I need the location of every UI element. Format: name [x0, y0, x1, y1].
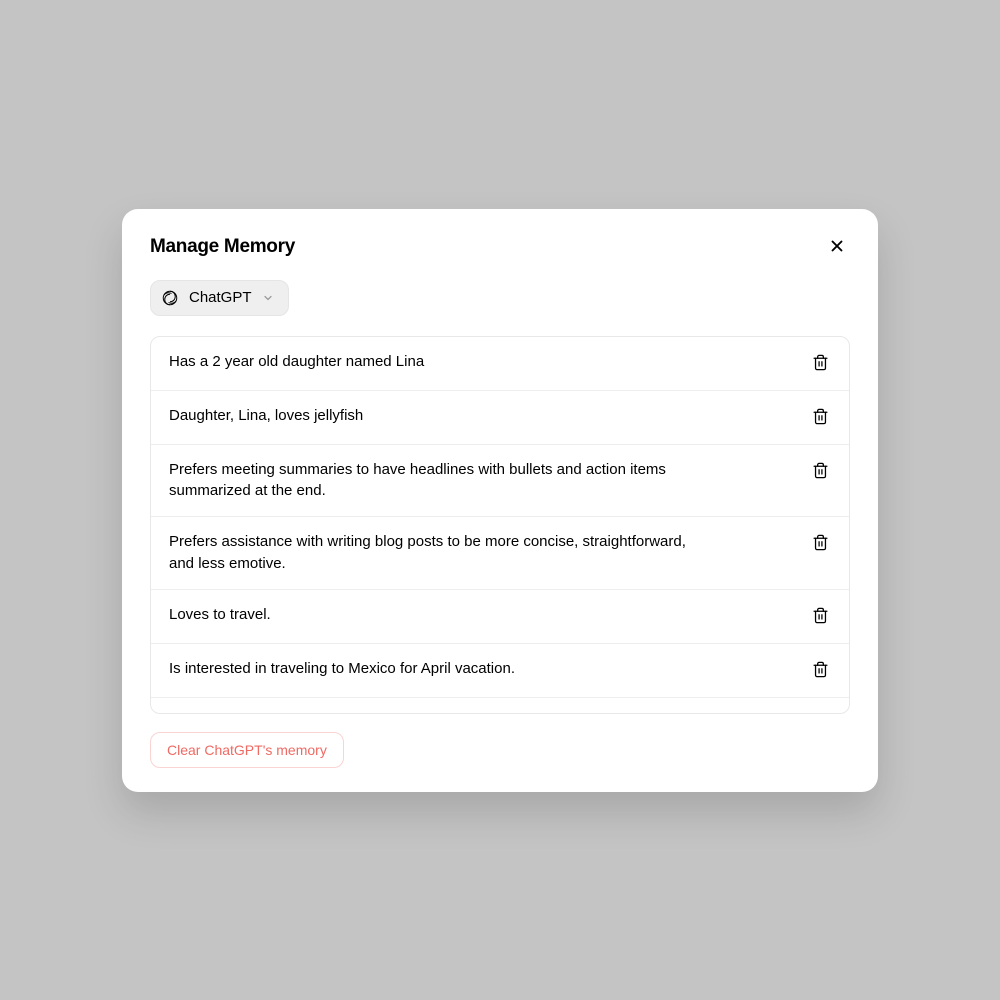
- close-button[interactable]: [824, 233, 850, 262]
- delete-memory-button[interactable]: [810, 460, 831, 484]
- chevron-down-icon: [262, 292, 274, 304]
- trash-icon: [812, 534, 829, 554]
- memory-list[interactable]: Has a 2 year old daughter named Lina Daug…: [151, 337, 849, 713]
- memory-text: Has a 2 year old daughter named Lina: [169, 351, 709, 373]
- memory-item: Daughter, Lina, loves jellyfish: [151, 391, 849, 445]
- trash-icon: [812, 408, 829, 428]
- trash-icon: [812, 607, 829, 627]
- delete-memory-button[interactable]: [810, 659, 831, 683]
- delete-memory-button[interactable]: [810, 605, 831, 629]
- modal-title: Manage Memory: [150, 236, 295, 258]
- trash-icon: [812, 661, 829, 681]
- close-icon: [828, 237, 846, 258]
- memory-item: Prefers assistance with writing blog pos…: [151, 517, 849, 590]
- memory-list-container: Has a 2 year old daughter named Lina Daug…: [150, 336, 850, 714]
- memory-text: [169, 712, 709, 713]
- delete-memory-button[interactable]: [810, 532, 831, 556]
- trash-icon: [812, 462, 829, 482]
- memory-item: Loves to travel.: [151, 590, 849, 644]
- memory-item: Prefers meeting summaries to have headli…: [151, 445, 849, 518]
- model-selector-label: ChatGPT: [189, 289, 252, 306]
- memory-item: Is interested in traveling to Mexico for…: [151, 644, 849, 698]
- memory-text: Prefers meeting summaries to have headli…: [169, 459, 709, 503]
- modal-header: Manage Memory: [150, 233, 850, 262]
- manage-memory-modal: Manage Memory ChatGPT: [122, 209, 878, 792]
- clear-memory-button[interactable]: Clear ChatGPT's memory: [150, 732, 344, 768]
- memory-text: Is interested in traveling to Mexico for…: [169, 658, 709, 680]
- memory-text: Loves to travel.: [169, 604, 709, 626]
- memory-item: Has a 2 year old daughter named Lina: [151, 337, 849, 391]
- memory-text: Prefers assistance with writing blog pos…: [169, 531, 709, 575]
- delete-memory-button[interactable]: [810, 352, 831, 376]
- trash-icon: [812, 354, 829, 374]
- memory-item: [151, 698, 849, 713]
- memory-text: Daughter, Lina, loves jellyfish: [169, 405, 709, 427]
- openai-logo-icon: [161, 289, 179, 307]
- delete-memory-button[interactable]: [810, 406, 831, 430]
- model-selector[interactable]: ChatGPT: [150, 280, 289, 316]
